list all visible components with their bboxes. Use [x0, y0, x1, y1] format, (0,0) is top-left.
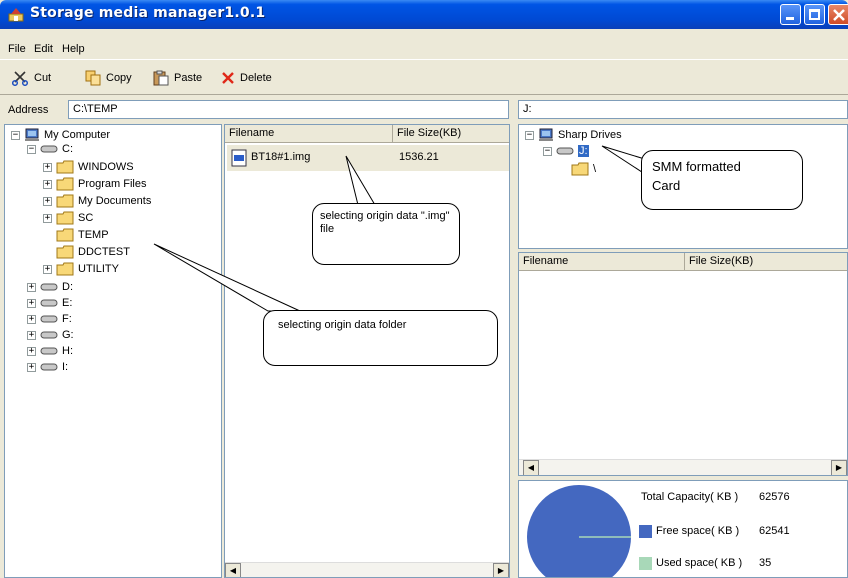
callout-pointers — [153, 145, 649, 312]
app-window: Storage media manager1.0.1 File Edit Hel… — [0, 0, 848, 578]
callout-folder-text: selecting origin data folder — [278, 319, 407, 331]
callout-img-file-text: selecting origin data ".img" file — [320, 210, 450, 235]
callout-card-text: SMM formatted Card — [652, 159, 741, 193]
callout-img-file: selecting origin data ".img" file — [312, 203, 460, 265]
callout-card: SMM formatted Card — [641, 150, 803, 210]
callout-folder: selecting origin data folder — [263, 310, 498, 366]
